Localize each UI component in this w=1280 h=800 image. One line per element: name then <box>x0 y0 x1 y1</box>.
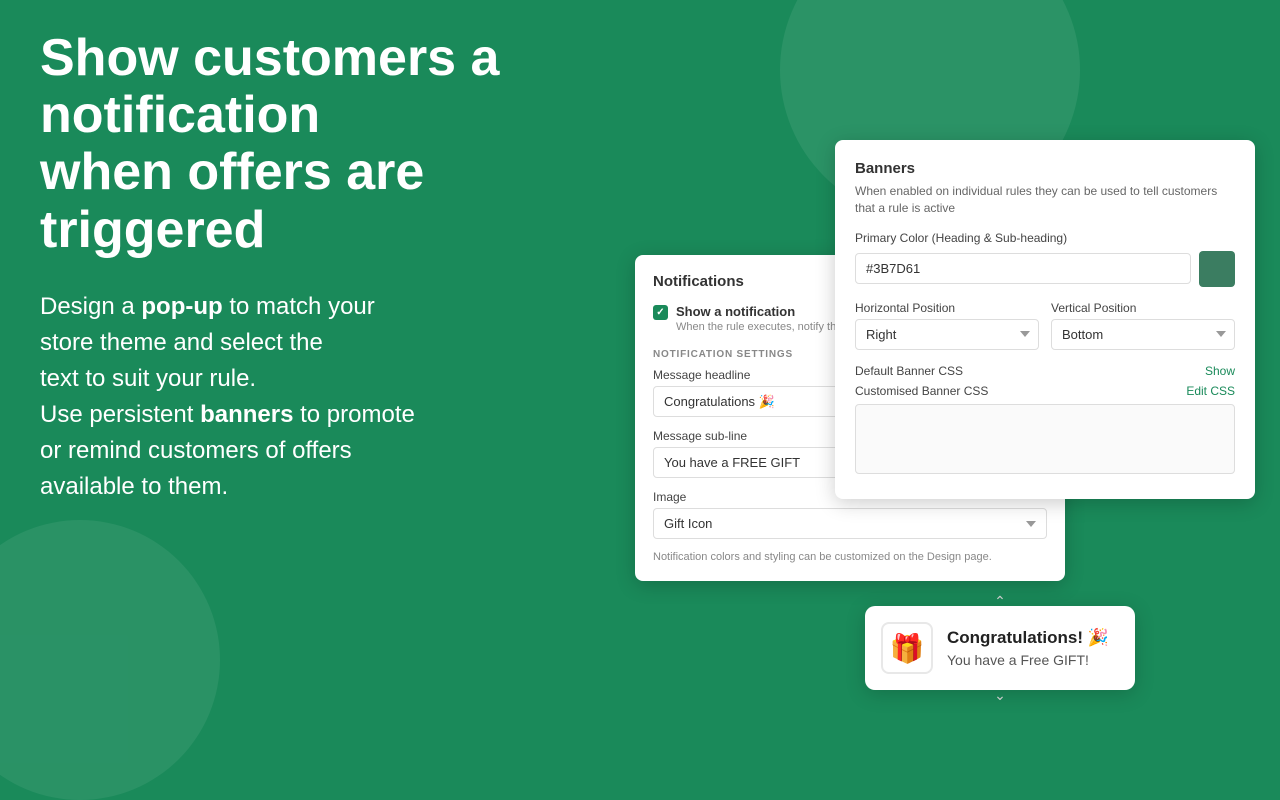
main-heading: Show customers a notification when offer… <box>40 30 620 259</box>
primary-color-row <box>855 251 1235 287</box>
customised-css-label: Customised Banner CSS <box>855 384 988 398</box>
edit-css-link[interactable]: Edit CSS <box>1186 384 1235 398</box>
position-row: Horizontal Position Right Left Vertical … <box>855 301 1235 350</box>
chevron-up-icon: ⌃ <box>994 594 1006 608</box>
horizontal-position-select[interactable]: Right Left <box>855 319 1039 350</box>
show-notification-label: Show a notification <box>676 304 860 319</box>
primary-color-input[interactable] <box>855 253 1191 284</box>
primary-color-label: Primary Color (Heading & Sub-heading) <box>855 231 1235 245</box>
default-css-label: Default Banner CSS <box>855 364 963 378</box>
css-textarea[interactable] <box>855 404 1235 474</box>
banners-description: When enabled on individual rules they ca… <box>855 183 1235 217</box>
show-notification-checkbox[interactable] <box>653 305 668 320</box>
popup-gift-icon: 🎁 <box>881 622 933 674</box>
color-swatch[interactable] <box>1199 251 1235 287</box>
vertical-position-label: Vertical Position <box>1051 301 1235 315</box>
vertical-position-select[interactable]: Bottom Top <box>1051 319 1235 350</box>
banners-title: Banners <box>855 160 1235 177</box>
info-text: Notification colors and styling can be c… <box>653 551 1047 563</box>
image-select[interactable]: Gift Icon Star Icon Heart Icon <box>653 508 1047 539</box>
notification-popup: ⌃ 🎁 Congratulations! 🎉 You have a Free G… <box>865 606 1135 690</box>
popup-top-chevrons: ⌃ <box>994 594 1006 608</box>
popup-subline: You have a Free GIFT! <box>947 652 1119 668</box>
vertical-position-group: Vertical Position Bottom Top <box>1051 301 1235 350</box>
popup-headline: Congratulations! 🎉 <box>947 628 1119 648</box>
popup-text-area: Congratulations! 🎉 You have a Free GIFT! <box>947 628 1119 667</box>
show-notification-sub: When the rule executes, notify the c... <box>676 321 860 333</box>
show-notification-text-group: Show a notification When the rule execut… <box>676 304 860 333</box>
default-css-row: Default Banner CSS Show <box>855 364 1235 378</box>
customised-css-row: Customised Banner CSS Edit CSS <box>855 384 1235 398</box>
horizontal-position-group: Horizontal Position Right Left <box>855 301 1039 350</box>
body-text: Design a pop-up to match your store them… <box>40 289 620 505</box>
chevron-down-icon: ⌄ <box>994 687 1006 704</box>
horizontal-position-label: Horizontal Position <box>855 301 1039 315</box>
show-css-link[interactable]: Show <box>1205 364 1235 378</box>
bg-decoration-circle-bottom <box>0 520 220 800</box>
banners-panel: Banners When enabled on individual rules… <box>835 140 1255 499</box>
hero-section: Show customers a notification when offer… <box>40 30 620 505</box>
